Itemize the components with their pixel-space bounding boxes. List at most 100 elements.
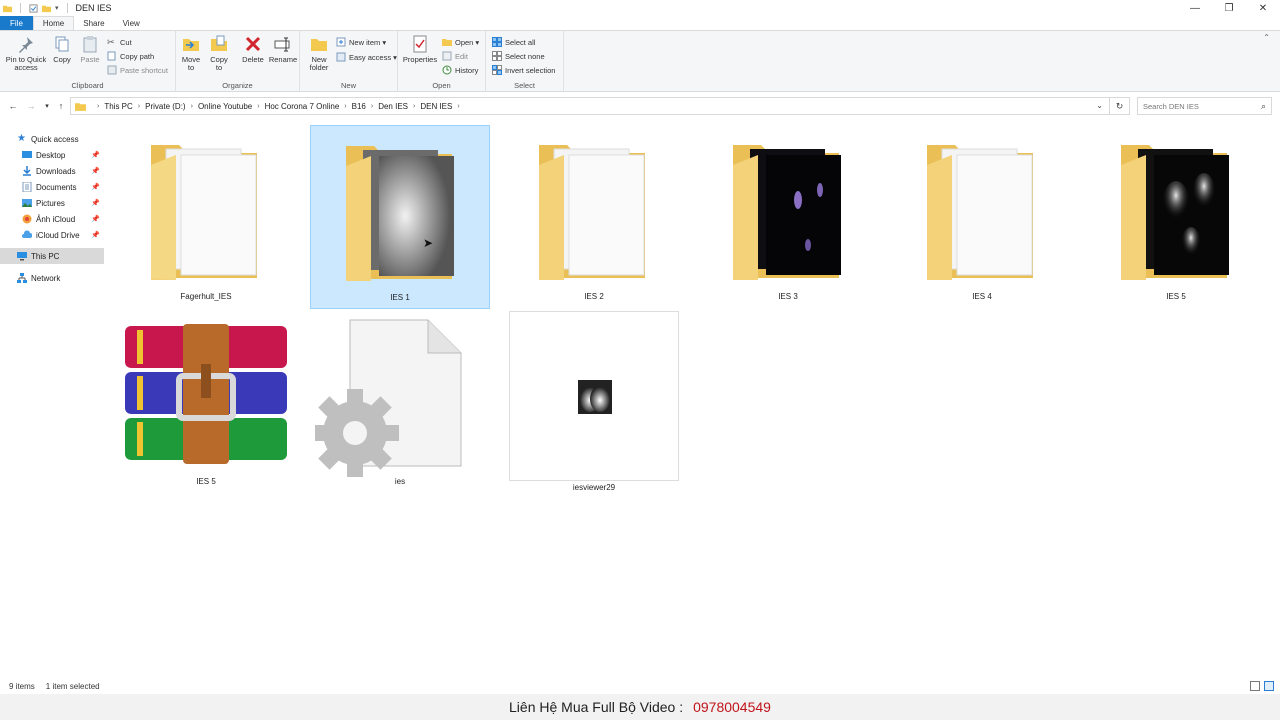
edit-button[interactable]: Edit [442, 51, 468, 61]
nav-desktop[interactable]: Desktop 📌 [0, 147, 104, 163]
new-folder-button[interactable]: New folder [304, 35, 334, 72]
large-icons-view-icon[interactable] [1264, 681, 1274, 691]
breadcrumb-den-ies-current[interactable]: DEN IES [420, 102, 452, 111]
folder-ies-3[interactable]: IES 3 [698, 125, 878, 309]
nav-pictures[interactable]: Pictures 📌 [0, 195, 104, 211]
minimize-button[interactable]: — [1178, 0, 1212, 16]
settings-file-icon [315, 319, 462, 477]
copy-to-button[interactable]: Copy to [206, 35, 232, 72]
folder-with-documents-icon [927, 145, 1033, 280]
refresh-button[interactable]: ↻ [1110, 97, 1130, 115]
open-button[interactable]: Open ▾ [442, 37, 479, 47]
window-title: DEN IES [75, 3, 112, 13]
chevron-right-icon[interactable]: › [344, 103, 346, 110]
recent-locations-chevron-icon[interactable]: ▾ [40, 99, 54, 113]
breadcrumb-hoc-corona[interactable]: Hoc Corona 7 Online [265, 102, 340, 111]
address-bar[interactable]: › This PC › Private (D:) › Online Youtube ›… [70, 97, 1110, 115]
up-button[interactable]: ↑ [54, 99, 68, 113]
breadcrumb-den-ies[interactable]: Den IES [378, 102, 408, 111]
cut-button[interactable]: ✂ Cut [107, 37, 132, 47]
folder-ies-4[interactable]: IES 4 [892, 125, 1072, 309]
maximize-button[interactable]: ❐ [1212, 0, 1246, 16]
breadcrumb: This PC › Private (D:) › Online Youtube › H… [104, 102, 464, 111]
invert-selection-button[interactable]: Invert selection [492, 65, 555, 75]
pin-icon: 📌 [91, 216, 100, 223]
breadcrumb-private-d[interactable]: Private (D:) [145, 102, 185, 111]
chevron-right-icon[interactable]: › [191, 103, 193, 110]
breadcrumb-this-pc[interactable]: This PC [104, 102, 132, 111]
divider [66, 3, 68, 13]
customize-toolbar-chevron-icon[interactable]: ▾ [55, 4, 59, 12]
item-count: 9 items [9, 681, 35, 691]
new-folder-icon [311, 39, 327, 51]
nav-downloads[interactable]: Downloads 📌 [0, 163, 104, 179]
tab-home[interactable]: Home [32, 16, 75, 30]
tab-view[interactable]: View [114, 16, 149, 30]
select-group-label: Select [514, 81, 535, 90]
organize-group-label: Organize [222, 81, 253, 90]
nav-this-pc[interactable]: This PC [0, 248, 104, 264]
nav-documents[interactable]: Documents 📌 [0, 179, 104, 195]
chevron-right-icon[interactable]: › [413, 103, 415, 110]
new-folder-icon[interactable] [42, 4, 51, 13]
folder-fagerhult-ies[interactable]: Fagerhult_IES [116, 125, 296, 309]
select-none-icon [492, 51, 502, 61]
rename-button[interactable]: Rename [268, 35, 298, 64]
paste-button[interactable]: Paste [77, 35, 103, 64]
select-all-button[interactable]: Select all [492, 37, 535, 47]
pictures-icon [22, 199, 32, 207]
chevron-right-icon[interactable]: › [138, 103, 140, 110]
archive-ies-5[interactable]: IES 5 [116, 310, 296, 494]
select-none-button[interactable]: Select none [492, 51, 545, 61]
file-ies-config[interactable]: ies [310, 310, 490, 494]
search-input[interactable]: Search DEN IES ⌕ [1137, 97, 1272, 115]
chevron-right-icon[interactable]: › [457, 103, 459, 110]
nav-anh-icloud[interactable]: Ảnh iCloud 📌 [0, 211, 104, 227]
tab-file[interactable]: File [0, 16, 33, 30]
history-button[interactable]: History [442, 65, 478, 75]
pin-to-quick-access-button[interactable]: Pin to Quick access [4, 35, 48, 72]
desktop-icon [22, 151, 32, 158]
iesviewer-app-icon [578, 380, 612, 414]
folder-ies-2[interactable]: IES 2 [504, 125, 684, 309]
pin-icon: 📌 [91, 168, 100, 175]
copy-path-button[interactable]: Copy path [107, 51, 154, 61]
tab-share[interactable]: Share [74, 16, 113, 30]
address-history-chevron-icon[interactable]: ⌄ [1096, 101, 1103, 110]
properties-button[interactable]: Properties [402, 35, 438, 64]
chevron-right-icon[interactable]: › [257, 103, 259, 110]
details-view-icon[interactable] [1250, 681, 1260, 691]
app-iesviewer29[interactable]: iesviewer29 [509, 311, 679, 492]
search-icon: ⌕ [1260, 101, 1266, 111]
folder-icon [3, 5, 12, 12]
documents-icon [22, 182, 32, 192]
close-button[interactable]: ✕ [1246, 0, 1280, 16]
chevron-right-icon[interactable]: › [371, 103, 373, 110]
nav-quick-access[interactable]: ★ Quick access [0, 131, 104, 147]
quick-access-toolbar: ▾ [0, 3, 72, 13]
selection-count: 1 item selected [45, 681, 100, 691]
copy-button[interactable]: Copy [50, 35, 74, 64]
open-icon [442, 39, 452, 46]
breadcrumb-b16[interactable]: B16 [352, 102, 366, 111]
folder-ies-5[interactable]: IES 5 [1086, 125, 1266, 309]
paste-icon [83, 36, 97, 53]
file-list: Fagerhult_IES ➤ IES 1 IES 2 IES 3 IES 4 … [105, 116, 1280, 676]
folder-ies-1[interactable]: ➤ IES 1 [310, 125, 490, 309]
paste-shortcut-button[interactable]: Paste shortcut [107, 65, 168, 75]
breadcrumb-chevron-icon[interactable]: › [92, 103, 104, 110]
nav-icloud-drive[interactable]: iCloud Drive 📌 [0, 227, 104, 243]
nav-network[interactable]: Network [0, 270, 104, 286]
back-button[interactable]: ← [6, 99, 20, 113]
forward-button[interactable]: → [24, 99, 38, 113]
collapse-ribbon-chevron-icon[interactable]: ⌃ [1263, 33, 1270, 42]
properties-check-icon[interactable] [29, 3, 38, 13]
breadcrumb-online-youtube[interactable]: Online Youtube [198, 102, 252, 111]
file-name: IES 3 [778, 292, 798, 301]
move-to-button[interactable]: Move to [178, 35, 204, 72]
easy-access-button[interactable]: Easy access ▾ [336, 52, 397, 62]
delete-button[interactable]: Delete [239, 35, 267, 64]
pin-icon: 📌 [91, 152, 100, 159]
easy-access-icon [336, 52, 346, 62]
new-item-button[interactable]: New item ▾ [336, 37, 386, 47]
